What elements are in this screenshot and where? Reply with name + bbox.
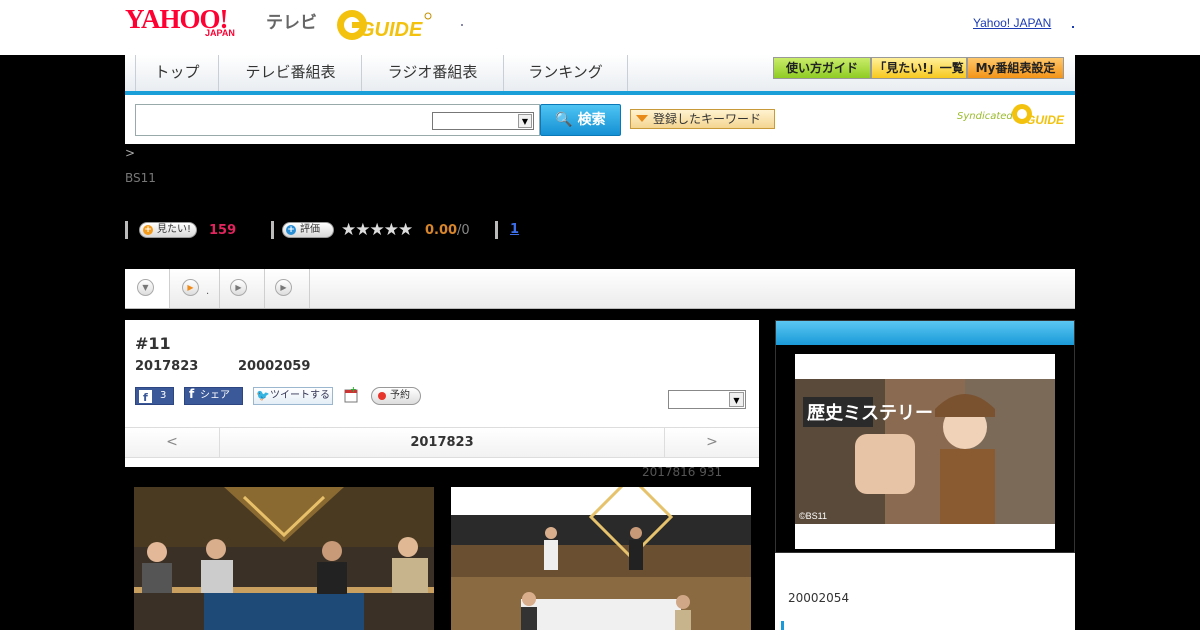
program-poster[interactable]: 歴史ミステリー ©BS11 [795,379,1055,524]
want-to-watch-button[interactable]: + 見たい! [139,222,198,238]
rate-button[interactable]: + 評価 [282,222,334,238]
tab-toggle[interactable]: ▼ [125,269,170,308]
reserve-label: 予約 [390,390,410,401]
saved-keywords-button[interactable]: 登録したキーワード [630,109,775,129]
divider [125,221,128,239]
side-info: 20002054 [775,553,1075,630]
episode-time: 20002059 [238,359,311,374]
play-icon: ▶ [275,279,292,296]
channel-name: BS11 [125,171,156,185]
yahoo-japan-link[interactable]: Yahoo! JAPAN [973,16,1051,30]
chevron-down-icon: ▼ [518,114,532,128]
divider [495,221,498,239]
play-icon: ▶ [182,279,199,296]
reserve-button[interactable]: 予約 [371,387,421,405]
facebook-icon: f [139,390,152,403]
program-tabs: ▼ ▶ . ▶ ▶ [125,269,1075,309]
nav-tab-tv-schedule[interactable]: テレビ番組表 [220,55,362,91]
tab-2[interactable]: ▶ . [170,269,220,308]
poster-title: 歴史ミステリー [807,402,933,424]
episode-thumbnail-1[interactable] [134,487,434,630]
dropdown-arrow-icon [636,115,648,122]
next-date-button[interactable]: > [664,428,759,457]
divider [271,221,274,239]
chevron-down-icon: ▼ [729,392,744,407]
site-header: YAHOO! JAPAN テレビ GUIDE Yahoo! JAPAN [0,0,1200,55]
panel-header [776,321,1074,345]
search-icon: 🔍 [555,112,573,128]
tab-2-label: . [206,286,210,297]
svg-text:GUIDE: GUIDE [359,19,423,41]
nav-tab-ranking[interactable]: ランキング [504,55,628,91]
plus-icon: + [286,225,296,235]
facebook-count: 3 [160,390,167,401]
header-link-dot [1072,26,1074,28]
review-count-link[interactable]: 1 [510,222,519,237]
episode-date: 2017823 [135,359,199,374]
facebook-share-label: シェア [200,390,230,401]
chevron-down-icon: ▼ [137,279,154,296]
search-bar: ▼ 🔍 検索 登録したキーワード Syndicated GUIDE [125,95,1075,144]
twitter-bird-icon: 🐦 [256,389,270,402]
yahoo-japan-logo-text: JAPAN [205,28,235,38]
nav-tab-top[interactable]: トップ [135,55,219,91]
episode-thumbnail-2[interactable] [451,487,751,630]
facebook-f-icon: f [189,387,195,401]
tab-3[interactable]: ▶ [220,269,265,308]
side-accent-bar [781,621,784,630]
record-icon [378,392,386,400]
program-poster-panel: 歴史ミステリー ©BS11 [775,320,1075,553]
updated-timestamp: 2017816 931 [642,465,723,479]
episode-panel: #11 2017823 20002059 3 f シェア f ツイートする 🐦 … [125,320,759,467]
tab-4[interactable]: ▶ [265,269,310,308]
want-to-watch-label: 見たい! [157,224,192,235]
program-stats: + 見たい! 159 + 評価 ★★★★★ 0.00 /0 1 [125,220,625,242]
tv-logo-text[interactable]: テレビ [266,8,317,33]
poster-frame: 歴史ミステリー ©BS11 [795,354,1055,549]
want-list-button[interactable]: 「見たい!」一覧 [871,57,967,79]
rate-label: 評価 [300,224,320,235]
rating-score: 0.00 [425,223,458,238]
play-icon: ▶ [230,279,247,296]
plus-icon: + [143,225,153,235]
search-button-label: 検索 [577,112,606,128]
episode-select[interactable]: ▼ [668,390,746,409]
svg-text:GUIDE: GUIDE [1026,113,1065,127]
episode-title: #11 [135,334,171,353]
breadcrumb[interactable]: > [125,146,135,160]
my-schedule-settings-button[interactable]: My番組表設定 [967,57,1064,79]
tweet-label: ツイートする [270,390,330,401]
search-button[interactable]: 🔍 検索 [540,104,621,136]
usage-guide-button[interactable]: 使い方ガイド [773,57,871,79]
svg-text:+: + [350,386,357,394]
saved-keywords-label: 登録したキーワード [653,112,762,126]
date-navigation: < 2017823 > [125,427,759,458]
search-category-select[interactable]: ▼ [432,112,534,130]
nav-tab-radio-schedule[interactable]: ラジオ番組表 [362,55,504,91]
main-nav: トップ テレビ番組表 ラジオ番組表 ランキング 使い方ガイド 「見たい!」一覧 … [125,55,1075,95]
add-calendar-icon[interactable]: + [344,386,358,403]
syndicated-label: Syndicated [957,111,1013,122]
svg-text:f: f [143,391,148,403]
gguide-logo[interactable]: GUIDE [335,8,433,42]
poster-credit: ©BS11 [799,511,827,521]
want-count: 159 [209,223,237,238]
header-dot [461,24,463,26]
side-info-number: 20002054 [788,591,850,605]
rating-count: /0 [457,223,470,238]
prev-date-button[interactable]: < [125,428,220,457]
syndicated-gguide-logo: GUIDE [1012,104,1065,127]
rating-stars: ★★★★★ [341,220,413,240]
current-date: 2017823 [410,435,474,450]
